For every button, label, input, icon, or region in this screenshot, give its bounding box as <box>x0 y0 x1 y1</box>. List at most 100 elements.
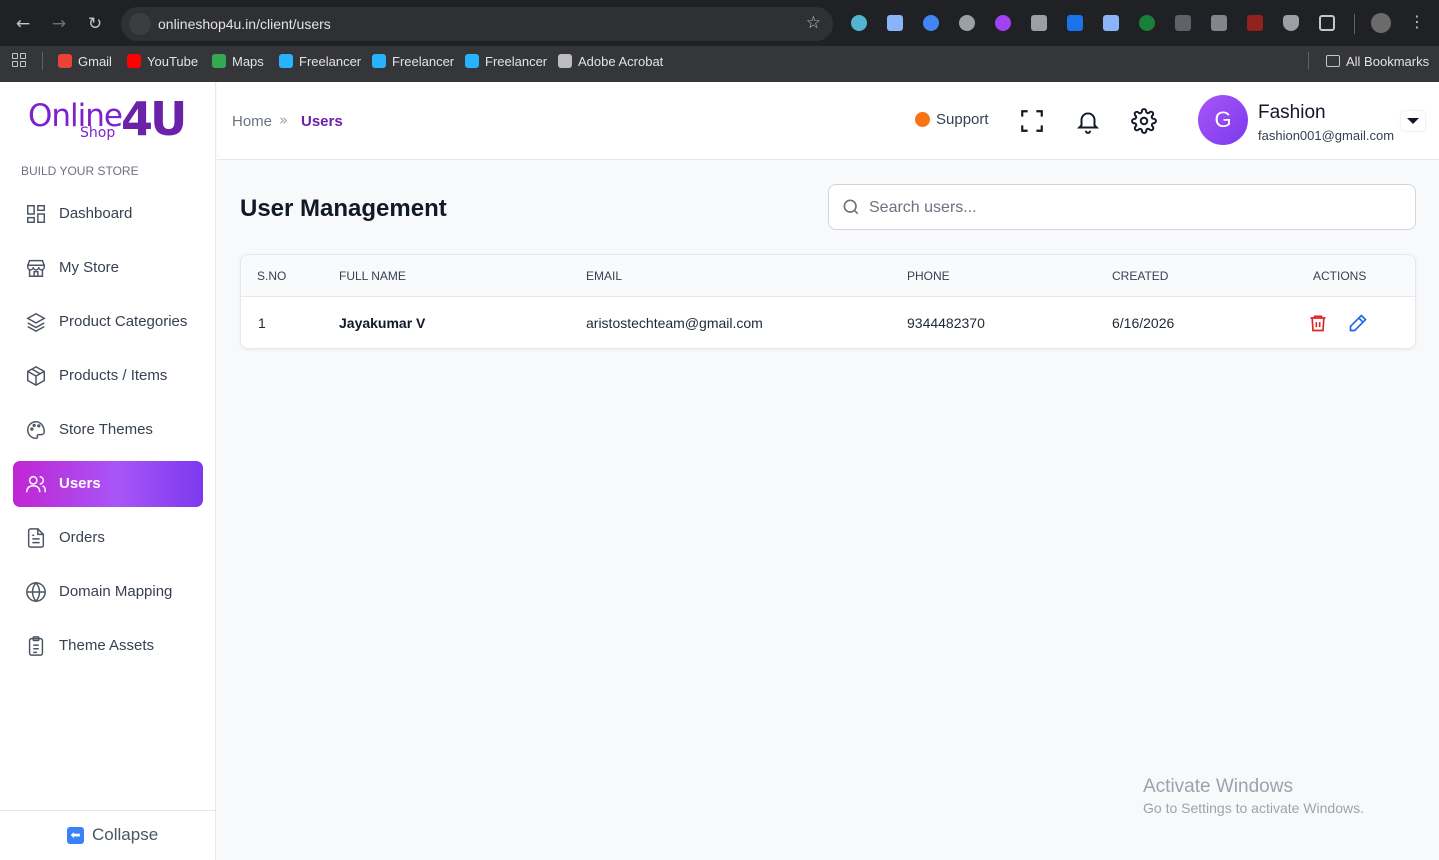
globe-icon <box>26 581 46 603</box>
breadcrumb-home[interactable]: Home <box>232 113 272 130</box>
column-header-phone[interactable]: PHONE <box>907 269 950 283</box>
cell-phone: 9344482370 <box>907 315 985 331</box>
sidebar-item-label: Orders <box>59 529 105 546</box>
column-header-name[interactable]: FULL NAME <box>339 269 406 283</box>
profile-avatar[interactable] <box>1371 13 1391 33</box>
tree-extension-icon[interactable] <box>1139 15 1155 31</box>
site-info-icon[interactable] <box>129 13 151 35</box>
column-header-actions: ACTIONS <box>1313 269 1367 283</box>
sidebar-item-product-categories[interactable]: Product Categories <box>13 299 203 345</box>
react-devtools-icon[interactable] <box>851 15 867 31</box>
search-box <box>828 184 1416 230</box>
apps-grid-icon[interactable] <box>12 53 27 68</box>
support-avatar-icon <box>915 112 930 127</box>
shield-extension-icon[interactable] <box>1283 15 1299 31</box>
all-bookmarks-label: All Bookmarks <box>1346 53 1430 69</box>
store-icon <box>27 259 45 277</box>
bookmark-star-icon[interactable]: ☆ <box>806 13 821 33</box>
collapse-button[interactable]: ⬅ Collapse <box>67 825 158 845</box>
sidebar-item-my-store[interactable]: My Store <box>13 245 203 291</box>
cell-name: Jayakumar V <box>339 315 426 331</box>
maps-pin-icon <box>212 54 226 68</box>
support-button[interactable]: Support <box>915 111 989 128</box>
sidebar-item-label: Dashboard <box>59 205 133 222</box>
bookmark-youtube[interactable]: YouTube <box>127 52 198 70</box>
column-header-created[interactable]: CREATED <box>1112 269 1168 283</box>
bookmark-maps[interactable]: Maps <box>212 52 264 70</box>
address-bar[interactable]: onlineshop4u.in/client/users ☆ <box>121 7 833 41</box>
freelancer-icon <box>279 54 293 68</box>
cell-email: aristostechteam@gmail.com <box>586 315 763 331</box>
address-url[interactable]: onlineshop4u.in/client/users <box>158 16 331 32</box>
users-icon <box>26 475 46 493</box>
sidebar-item-store-themes[interactable]: Store Themes <box>13 407 203 453</box>
sidebar-item-label: Domain Mapping <box>59 583 173 600</box>
bookmark-freelancer-1[interactable]: Freelancer <box>279 52 361 70</box>
column-header-sno[interactable]: S.NO <box>257 269 286 283</box>
bookmarks-divider <box>1308 52 1309 70</box>
activate-windows-title: Activate Windows <box>1143 776 1293 797</box>
palette-icon <box>27 421 45 439</box>
bookmark-freelancer-2[interactable]: Freelancer <box>372 52 454 70</box>
bookmark-freelancer-3[interactable]: Freelancer <box>465 52 547 70</box>
back-icon[interactable]: ← <box>11 12 35 36</box>
bookmark-label: Freelancer <box>299 53 362 69</box>
youtube-icon <box>127 54 141 68</box>
trash-icon[interactable] <box>1308 313 1328 333</box>
sidebar-item-orders[interactable]: Orders <box>13 515 203 561</box>
bookmarks-divider <box>42 52 43 70</box>
gear-extension-icon[interactable] <box>995 15 1011 31</box>
logo-brand: 4U <box>121 92 187 146</box>
arrow-left-icon: ⬅ <box>67 826 84 844</box>
user-menu-toggle[interactable] <box>1401 111 1425 131</box>
collapse-label: Collapse <box>92 825 159 844</box>
eyedropper-extension-icon[interactable] <box>1175 15 1191 31</box>
bookmark-label: Gmail <box>78 53 112 69</box>
activate-windows-subtitle: Go to Settings to activate Windows. <box>1143 800 1364 816</box>
ssl-extension-icon[interactable] <box>923 15 939 31</box>
table-header: S.NO FULL NAME EMAIL PHONE CREATED ACTIO… <box>241 255 1415 297</box>
chevron-down-icon <box>1407 118 1419 124</box>
docs-extension-icon[interactable] <box>1103 15 1119 31</box>
breadcrumb-current: Users <box>301 113 343 130</box>
all-bookmarks[interactable]: All Bookmarks <box>1326 52 1429 70</box>
gear-icon[interactable] <box>1131 108 1157 134</box>
sidebar: Online Shop 4U BUILD YOUR STORE Dashboar… <box>0 82 216 860</box>
box-icon <box>27 365 45 387</box>
freelancer-icon <box>465 54 479 68</box>
support-label: Support <box>936 111 989 128</box>
bookmark-adobe-acrobat[interactable]: Adobe Acrobat <box>558 52 663 70</box>
sidebar-item-label: Store Themes <box>59 421 153 438</box>
pencil-icon[interactable] <box>1348 313 1368 333</box>
browser-menu-icon[interactable]: ⋮ <box>1409 12 1425 31</box>
sidebar-item-domain-mapping[interactable]: Domain Mapping <box>13 569 203 615</box>
screen-record-icon[interactable] <box>887 15 903 31</box>
sidebar-item-label: Theme Assets <box>59 637 155 654</box>
sidebar-item-products-items[interactable]: Products / Items <box>13 353 203 399</box>
bookmark-gmail[interactable]: Gmail <box>58 52 112 70</box>
column-header-email[interactable]: EMAIL <box>586 269 622 283</box>
user-avatar[interactable]: G <box>1198 95 1248 145</box>
folder-icon <box>1326 55 1340 67</box>
sidebar-item-users[interactable]: Users <box>13 461 203 507</box>
logo[interactable]: Online Shop 4U <box>28 92 188 148</box>
sidebar-item-dashboard[interactable]: Dashboard <box>13 191 203 237</box>
target-extension-icon[interactable] <box>959 15 975 31</box>
extensions-puzzle-icon[interactable] <box>1319 15 1335 31</box>
top-header: Home » Users Support G Fashion fashion00… <box>217 82 1439 160</box>
browser-chrome: ← → ↻ onlineshop4u.in/client/users ☆ ⋮ G… <box>0 0 1439 82</box>
reload-icon[interactable]: ↻ <box>83 12 107 36</box>
image-extension-icon[interactable] <box>1247 15 1263 31</box>
grid-icon <box>27 205 45 223</box>
search-input[interactable] <box>869 196 1399 220</box>
camera-extension-icon[interactable] <box>1031 15 1047 31</box>
page-title: User Management <box>240 195 447 222</box>
bookmark-label: YouTube <box>147 53 199 69</box>
fullscreen-icon[interactable] <box>1019 108 1045 134</box>
toolbar-divider <box>1354 14 1355 34</box>
font-extension-icon[interactable] <box>1067 15 1083 31</box>
bell-icon[interactable] <box>1075 108 1101 134</box>
sidebar-item-theme-assets[interactable]: Theme Assets <box>13 623 203 669</box>
h-extension-icon[interactable] <box>1211 15 1227 31</box>
forward-icon[interactable]: → <box>47 12 71 36</box>
